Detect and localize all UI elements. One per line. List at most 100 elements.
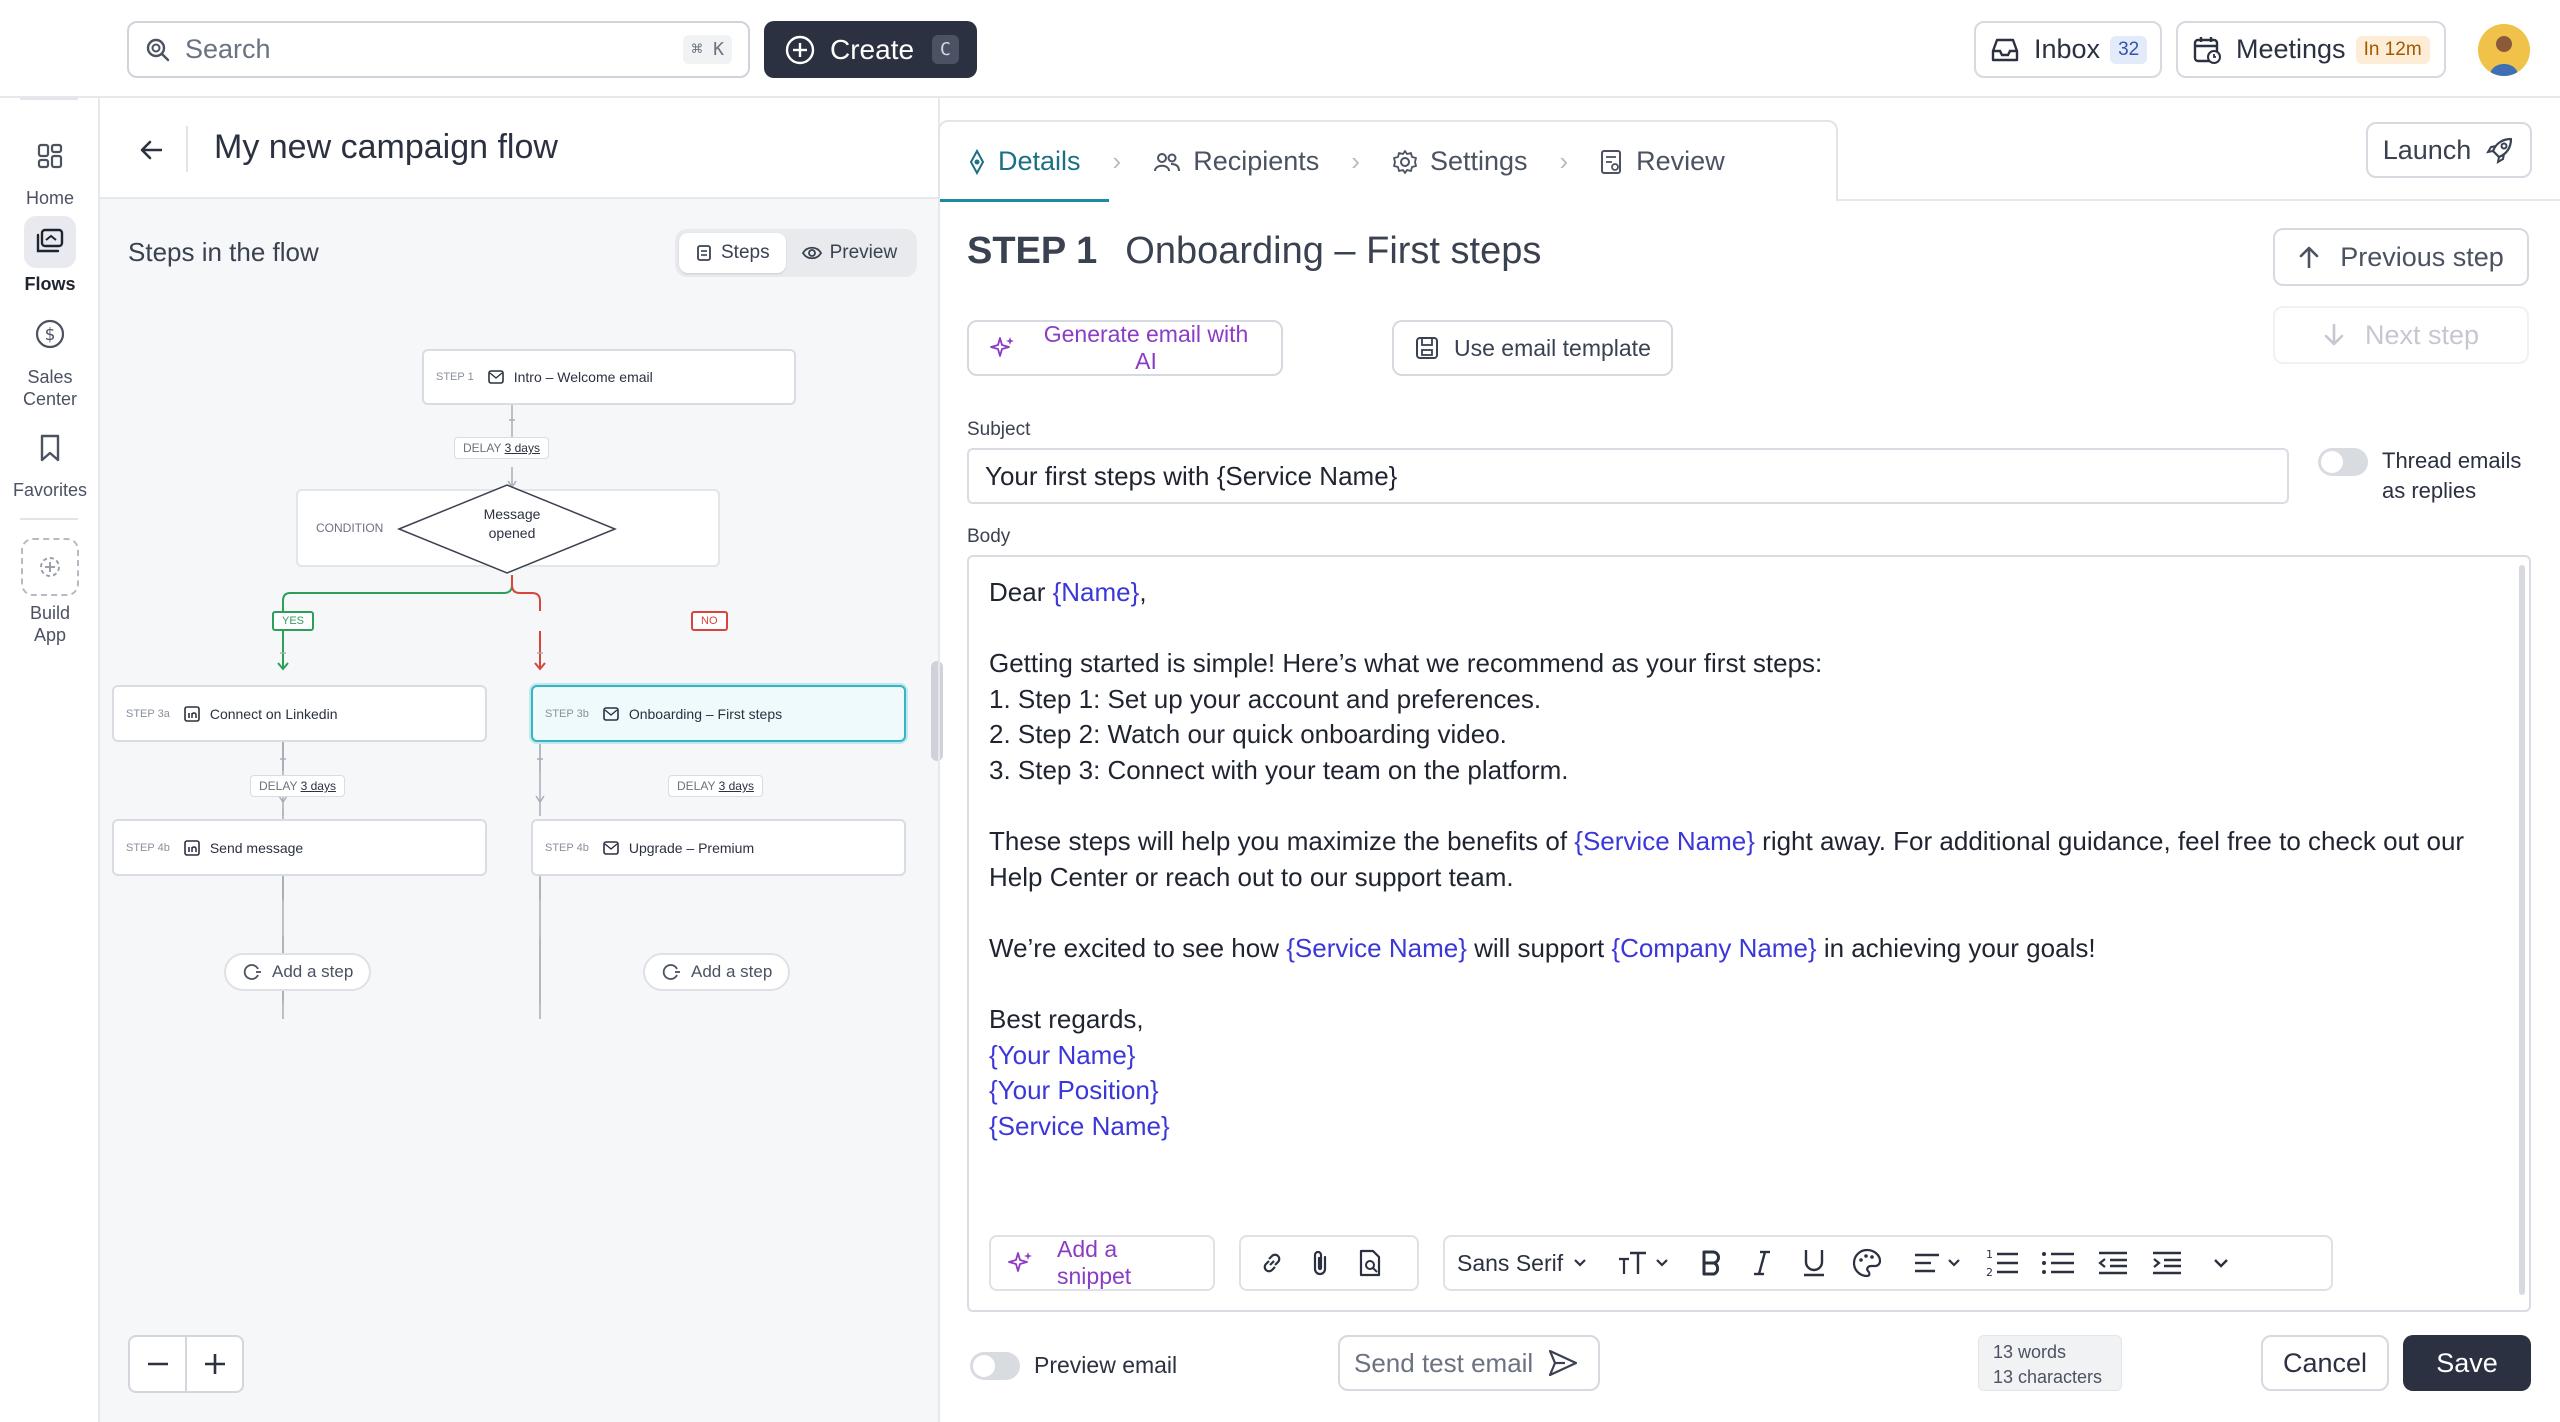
use-template-button[interactable]: Use email template (1392, 320, 1673, 376)
align-left-icon (1913, 1251, 1941, 1275)
italic-icon[interactable] (1751, 1249, 1773, 1277)
diamond-icon (968, 148, 986, 175)
next-step-button[interactable]: Next step (2273, 306, 2529, 364)
link-icon[interactable] (1257, 1248, 1287, 1278)
launch-button[interactable]: Launch (2366, 122, 2532, 178)
use-template-label: Use email template (1454, 334, 1651, 361)
preview-email-toggle[interactable] (970, 1352, 1020, 1380)
delay-badge-1: DELAY 3 days (454, 437, 549, 459)
variable-token: {Your Name} (989, 1039, 1136, 1070)
cancel-button[interactable]: Cancel (2261, 1335, 2389, 1391)
chevron-down-icon (1655, 1258, 1669, 1268)
nav-item-build-app[interactable]: Build App (0, 538, 100, 646)
flow-node-step-1[interactable]: STEP 1 Intro – Welcome email (422, 349, 796, 405)
zoom-in-button[interactable] (185, 1337, 242, 1391)
bullet-list-icon[interactable] (2041, 1249, 2075, 1277)
text: These steps will help you maximize the b… (989, 826, 1575, 857)
font-family-select[interactable]: Sans Serif (1457, 1250, 1587, 1277)
add-step-button-right[interactable]: Add a step (643, 953, 791, 991)
nav-item-flows[interactable]: Flows (0, 216, 100, 295)
delay-value[interactable]: 3 days (719, 779, 754, 793)
nav-item-sales-center[interactable]: $ Sales Center (0, 308, 100, 410)
generate-ai-button[interactable]: Generate email with AI (967, 320, 1283, 376)
inbox-button[interactable]: Inbox 32 (1974, 21, 2162, 78)
meetings-time-badge: In 12m (2355, 35, 2430, 64)
body-editor[interactable]: Dear {Name}, Getting started is simple! … (967, 555, 2531, 1312)
outdent-icon[interactable] (2097, 1250, 2129, 1276)
chevron-right-icon: › (1112, 146, 1122, 176)
delay-label: DELAY (677, 779, 716, 793)
step-tag: STEP 3b (545, 707, 589, 720)
step-tag: STEP 4b (545, 841, 589, 854)
body-text[interactable]: Dear {Name}, Getting started is simple! … (989, 575, 2489, 1145)
tab-label: Details (998, 146, 1081, 176)
tab-details[interactable]: Details (940, 123, 1109, 202)
nav-item-home[interactable]: Home (0, 130, 100, 209)
text: , (1139, 577, 1147, 607)
send-test-email-button[interactable]: Send test email (1338, 1335, 1600, 1391)
flow-header: My new campaign flow (100, 98, 938, 199)
chevron-down-icon (1947, 1258, 1961, 1268)
tab-label: Recipients (1193, 146, 1320, 176)
font-family-label: Sans Serif (1457, 1249, 1564, 1276)
bold-icon[interactable] (1699, 1249, 1723, 1277)
tab-settings[interactable]: Settings (1364, 123, 1556, 201)
canvas-scrollbar[interactable] (931, 661, 943, 761)
create-button[interactable]: Create C (764, 21, 977, 78)
delay-value[interactable]: 3 days (301, 779, 336, 793)
attachment-icon[interactable] (1309, 1248, 1333, 1278)
variable-token: {Service Name} (1286, 932, 1467, 963)
step-label: Upgrade – Premium (628, 839, 755, 856)
linkedin-icon (184, 705, 200, 722)
numbered-list-icon[interactable]: 12 (1985, 1247, 2019, 1279)
step-name: Onboarding – First steps (1125, 230, 1542, 272)
variable-token: {Your Position} (989, 1075, 1159, 1106)
delay-value[interactable]: 3 days (505, 441, 540, 455)
document-search-icon[interactable] (1355, 1248, 1385, 1278)
flow-node-step-3a[interactable]: STEP 3a Connect on Linkedin (112, 685, 487, 742)
add-step-icon (661, 962, 681, 982)
more-options-chevron-icon[interactable] (2213, 1258, 2229, 1268)
add-step-button-left[interactable]: Add a step (224, 953, 372, 991)
variable-token: {Service Name} (989, 1110, 1170, 1141)
flow-title: My new campaign flow (214, 128, 558, 166)
dollar-icon: $ (24, 308, 76, 360)
underline-icon[interactable] (1801, 1248, 1827, 1278)
body-line: These steps will help you maximize the b… (989, 824, 2489, 860)
back-button[interactable] (130, 128, 174, 172)
align-select[interactable] (1913, 1251, 1961, 1275)
text: will support (1466, 932, 1612, 963)
panel-vertical-divider (938, 98, 940, 1422)
body-line: 1. Step 1: Set up your account and prefe… (989, 683, 1542, 714)
chevron-right-icon: › (1351, 146, 1360, 176)
condition-text-line-1: Message (483, 506, 541, 522)
flow-node-step-4b-right[interactable]: STEP 4b Upgrade – Premium (531, 819, 906, 876)
flow-node-step-3b[interactable]: STEP 3b Onboarding – First steps (531, 685, 906, 742)
body-scrollbar[interactable] (2519, 565, 2525, 1295)
svg-text:1: 1 (1986, 1248, 1993, 1261)
flow-node-step-4b-left[interactable]: STEP 4b Send message (112, 819, 487, 876)
chevron-down-icon (1573, 1258, 1587, 1268)
search-input[interactable]: Search ⌘ K (127, 21, 750, 78)
word-count-badge: 13 words 13 characters (1978, 1335, 2122, 1391)
save-button[interactable]: Save (2403, 1335, 2531, 1391)
previous-step-button[interactable]: Previous step (2273, 228, 2529, 286)
sparkle-icon (989, 334, 1017, 362)
body-blank-line (989, 967, 2489, 1003)
subject-input[interactable]: Your first steps with {Service Name} (967, 448, 2289, 504)
add-snippet-button[interactable]: Add a snippet (989, 1235, 1215, 1291)
thread-emails-toggle[interactable] (2318, 448, 2368, 476)
body-line: Getting started is simple! Here’s what w… (989, 648, 1823, 679)
font-size-select[interactable] (1617, 1250, 1669, 1276)
tab-review[interactable]: Review (1572, 123, 1753, 201)
indent-icon[interactable] (2151, 1250, 2183, 1276)
nav-item-favorites[interactable]: Favorites (0, 422, 100, 501)
arrow-left-icon (139, 139, 165, 161)
user-avatar[interactable] (2478, 24, 2530, 76)
palette-icon[interactable] (1851, 1247, 1883, 1279)
meetings-button[interactable]: Meetings In 12m (2176, 21, 2446, 78)
zoom-out-button[interactable] (130, 1337, 185, 1391)
add-snippet-label: Add a snippet (1057, 1236, 1132, 1289)
zoom-controls (128, 1335, 244, 1393)
tab-recipients[interactable]: Recipients (1125, 123, 1347, 201)
